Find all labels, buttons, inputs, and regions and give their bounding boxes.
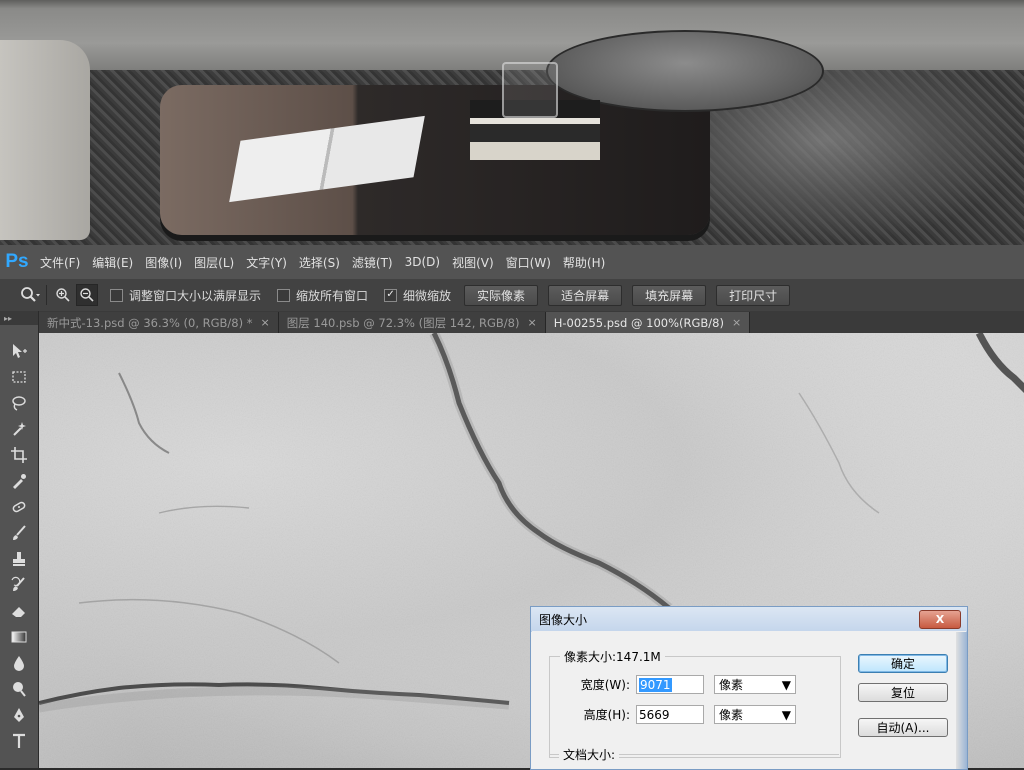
tab-title: 图层 140.psb @ 72.3% (图层 142, RGB/8)	[286, 315, 520, 330]
menu-file[interactable]: 文件(F)	[34, 254, 86, 271]
clone-stamp-tool-icon[interactable]	[0, 546, 38, 572]
close-icon[interactable]: ×	[261, 316, 270, 329]
menu-filter[interactable]: 滤镜(T)	[346, 254, 399, 271]
pixel-size-legend: 像素大小:147.1M	[560, 648, 665, 665]
crop-tool-icon[interactable]	[0, 442, 38, 468]
width-row: 宽度(W): 9071 像素 ▼	[560, 675, 796, 694]
fill-screen-button[interactable]: 填充屏幕	[632, 284, 707, 306]
options-separator	[46, 285, 47, 305]
height-input[interactable]: 5669	[636, 705, 704, 724]
menu-edit[interactable]: 编辑(E)	[86, 254, 139, 271]
print-size-button[interactable]: 打印尺寸	[716, 284, 791, 306]
tab-document-2[interactable]: 图层 140.psb @ 72.3% (图层 142, RGB/8) ×	[278, 312, 546, 333]
height-unit-select[interactable]: 像素 ▼	[714, 705, 796, 724]
tab-document-1[interactable]: 新中式-13.psd @ 36.3% (0, RGB/8) * ×	[39, 312, 279, 333]
height-row: 高度(H): 5669 像素 ▼	[560, 705, 796, 724]
dialog-titlebar[interactable]: 图像大小 X	[531, 607, 967, 631]
checkbox-box	[110, 288, 123, 302]
checkbox-label: 细微缩放	[403, 288, 452, 303]
zoom-tool-icon[interactable]	[20, 286, 40, 304]
history-brush-tool-icon[interactable]	[0, 572, 38, 598]
eyedropper-tool-icon[interactable]	[0, 468, 38, 494]
menu-bar: Ps 文件(F) 编辑(E) 图像(I) 图层(L) 文字(Y) 选择(S) 滤…	[0, 245, 1024, 279]
close-icon[interactable]: ×	[732, 316, 741, 329]
photo-glass	[502, 62, 558, 118]
close-icon[interactable]: ×	[527, 316, 536, 329]
menu-window[interactable]: 窗口(W)	[500, 254, 557, 271]
actual-pixels-button[interactable]: 实际像素	[464, 284, 539, 306]
dialog-body: 像素大小:147.1M 宽度(W): 9071 像素 ▼ 高度(H): 5669 …	[531, 632, 967, 769]
document-tabs: 新中式-13.psd @ 36.3% (0, RGB/8) * × 图层 140…	[0, 311, 1024, 333]
options-bar: 调整窗口大小以满屏显示 缩放所有窗口 ✓ 细微缩放 实际像素 适合屏幕 填充屏幕…	[0, 279, 1024, 311]
reset-button[interactable]: 复位	[858, 683, 948, 702]
width-input[interactable]: 9071	[636, 675, 704, 694]
menu-layer[interactable]: 图层(L)	[188, 254, 240, 271]
auto-button[interactable]: 自动(A)...	[858, 718, 948, 737]
width-label: 宽度(W):	[580, 678, 630, 692]
menu-select[interactable]: 选择(S)	[293, 254, 346, 271]
toolbox: ▸▸	[0, 311, 39, 768]
scrubby-zoom-checkbox[interactable]: ✓ 细微缩放	[384, 287, 451, 304]
dropdown-arrow-icon: ▼	[781, 677, 791, 692]
dodge-tool-icon[interactable]	[0, 676, 38, 702]
ok-button[interactable]: 确定	[858, 654, 948, 673]
pixel-dimensions-group: 像素大小:147.1M 宽度(W): 9071 像素 ▼ 高度(H): 5669 …	[549, 648, 841, 758]
dropdown-arrow-icon: ▼	[781, 707, 791, 722]
checkbox-label: 缩放所有窗口	[296, 288, 369, 303]
photo-sofa	[0, 40, 90, 240]
zoom-out-icon[interactable]	[76, 284, 98, 306]
menu-3d[interactable]: 3D(D)	[399, 255, 446, 269]
healing-brush-tool-icon[interactable]	[0, 494, 38, 520]
width-unit-select[interactable]: 像素 ▼	[714, 675, 796, 694]
menu-type[interactable]: 文字(Y)	[240, 254, 293, 271]
pen-tool-icon[interactable]	[0, 702, 38, 728]
check-icon: ✓	[384, 288, 398, 302]
zoom-all-windows-checkbox[interactable]: 缩放所有窗口	[277, 287, 368, 304]
checkbox-label: 调整窗口大小以满屏显示	[129, 288, 262, 303]
gradient-tool-icon[interactable]	[0, 624, 38, 650]
toolbox-grip[interactable]: ▸▸	[0, 311, 38, 325]
zoom-in-icon[interactable]	[53, 285, 73, 305]
dialog-title: 图像大小	[539, 612, 588, 627]
menu-help[interactable]: 帮助(H)	[557, 254, 611, 271]
fit-screen-button[interactable]: 适合屏幕	[548, 284, 623, 306]
blur-tool-icon[interactable]	[0, 650, 38, 676]
tab-document-3[interactable]: H-00255.psd @ 100%(RGB/8) ×	[545, 312, 751, 333]
preview-photo	[0, 0, 1024, 245]
move-tool-icon[interactable]	[0, 338, 38, 364]
height-label: 高度(H):	[583, 708, 630, 722]
image-size-dialog: 图像大小 X 像素大小:147.1M 宽度(W): 9071 像素 ▼ 高度(H)…	[530, 606, 968, 770]
magic-wand-tool-icon[interactable]	[0, 416, 38, 442]
close-button[interactable]: X	[919, 610, 961, 629]
lasso-tool-icon[interactable]	[0, 390, 38, 416]
eraser-tool-icon[interactable]	[0, 598, 38, 624]
brush-tool-icon[interactable]	[0, 520, 38, 546]
document-size-legend: 文档大小:	[559, 746, 620, 763]
marquee-tool-icon[interactable]	[0, 364, 38, 390]
menu-view[interactable]: 视图(V)	[446, 254, 500, 271]
type-tool-icon[interactable]	[0, 728, 38, 754]
dialog-side-bar	[956, 632, 967, 769]
checkbox-box	[277, 288, 291, 302]
resize-windows-checkbox[interactable]: 调整窗口大小以满屏显示	[110, 287, 261, 304]
tab-title: 新中式-13.psd @ 36.3% (0, RGB/8) *	[47, 315, 253, 330]
app-logo[interactable]: Ps	[0, 245, 34, 279]
tab-title: H-00255.psd @ 100%(RGB/8)	[553, 315, 724, 330]
menu-image[interactable]: 图像(I)	[139, 254, 188, 271]
